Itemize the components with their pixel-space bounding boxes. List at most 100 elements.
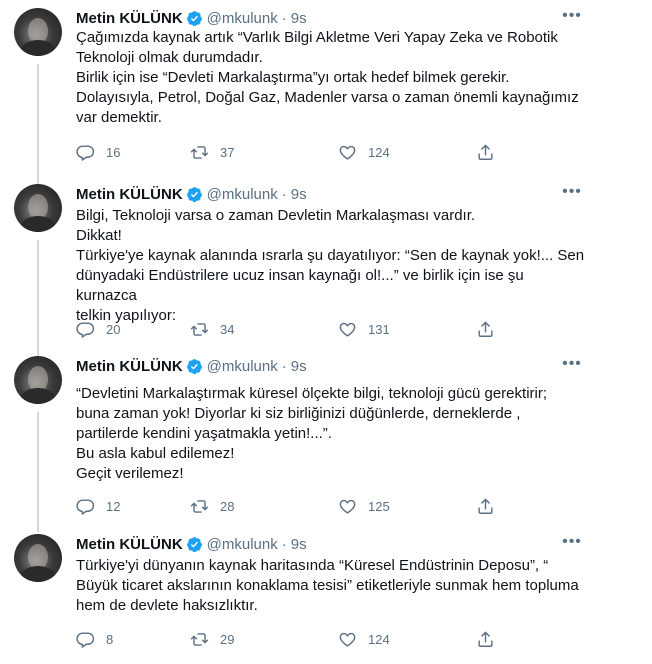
timestamp[interactable]: 9s xyxy=(291,536,307,553)
more-icon[interactable]: ••• xyxy=(562,354,582,374)
like-count: 124 xyxy=(368,631,390,647)
tweet[interactable]: Metin KÜLÜNK @mkulunk · 9s ••• Çağımızda… xyxy=(0,0,600,172)
like-icon xyxy=(339,499,356,514)
tweet-line: Çağımızda kaynak artık “Varlık Bilgi Akl… xyxy=(76,29,558,46)
tweet-text: Çağımızda kaynak artık “Varlık Bilgi Akl… xyxy=(76,28,586,128)
retweet-count: 29 xyxy=(220,631,235,647)
tweet-header: Metin KÜLÜNK @mkulunk · 9s xyxy=(76,184,307,204)
retweet-button[interactable]: 37 xyxy=(190,143,234,162)
tweet-line: Türkiye'ye kaynak alanında ısrarla şu da… xyxy=(76,247,585,264)
share-icon xyxy=(478,321,493,337)
author-handle[interactable]: @mkulunk xyxy=(207,10,278,27)
tweet-line: Birlik için ise “Devleti Markalaştırma”y… xyxy=(76,69,510,86)
reply-count: 8 xyxy=(106,631,114,647)
share-button[interactable] xyxy=(476,320,506,339)
share-button[interactable] xyxy=(476,497,506,516)
verified-badge-icon xyxy=(186,358,202,374)
author-name[interactable]: Metin KÜLÜNK xyxy=(76,358,183,375)
tweet-actions: 16 37 124 xyxy=(66,142,506,162)
share-icon xyxy=(478,631,493,647)
author-handle[interactable]: @mkulunk xyxy=(207,536,278,553)
timestamp[interactable]: 9s xyxy=(291,10,307,27)
tweet[interactable]: Metin KÜLÜNK @mkulunk · 9s ••• Bilgi, Te… xyxy=(0,176,600,348)
avatar[interactable] xyxy=(14,184,62,232)
tweet-line: “Devletini Markalaştırmak küresel ölçekt… xyxy=(76,385,548,402)
tweet-actions: 20 34 131 xyxy=(66,319,506,339)
more-icon[interactable]: ••• xyxy=(562,532,582,552)
separator-dot: · xyxy=(281,535,287,553)
like-count: 125 xyxy=(368,498,390,514)
avatar[interactable] xyxy=(14,534,62,582)
tweet-line: Dolayısıyla, Petrol, Doğal Gaz, Madenler… xyxy=(76,89,579,106)
tweet-line: hem de devlete haksızlıktır. xyxy=(76,597,258,614)
tweet-text: “Devletini Markalaştırmak küresel ölçekt… xyxy=(76,384,586,484)
tweet-actions: 8 29 124 xyxy=(66,629,506,649)
tweet-line: Bu asla kabul edilemez! xyxy=(76,445,235,462)
timestamp[interactable]: 9s xyxy=(291,358,307,375)
reply-icon xyxy=(76,144,95,161)
reply-button[interactable]: 12 xyxy=(76,497,120,516)
tweet-line: Teknoloji olmak durumdadır. xyxy=(76,49,263,66)
separator-dot: · xyxy=(281,185,287,203)
separator-dot: · xyxy=(281,9,287,27)
reply-button[interactable]: 20 xyxy=(76,320,120,339)
retweet-icon xyxy=(190,632,209,646)
author-name[interactable]: Metin KÜLÜNK xyxy=(76,186,183,203)
avatar[interactable] xyxy=(14,356,62,404)
tweet-line: Dikkat! xyxy=(76,227,122,244)
reply-icon xyxy=(76,321,95,338)
author-name[interactable]: Metin KÜLÜNK xyxy=(76,10,183,27)
reply-count: 16 xyxy=(106,144,121,160)
timestamp[interactable]: 9s xyxy=(291,186,307,203)
reply-count: 20 xyxy=(106,321,121,337)
retweet-count: 28 xyxy=(220,498,235,514)
share-button[interactable] xyxy=(476,630,506,649)
like-count: 124 xyxy=(368,144,390,160)
verified-badge-icon xyxy=(186,10,202,26)
tweet-text: Türkiye'yi dünyanın kaynak haritasında “… xyxy=(76,556,586,616)
tweet-line: Bilgi, Teknoloji varsa o zaman Devletin … xyxy=(76,207,476,224)
reply-icon xyxy=(76,631,95,648)
retweet-button[interactable]: 28 xyxy=(190,497,234,516)
tweet[interactable]: Metin KÜLÜNK @mkulunk · 9s ••• Türkiye'y… xyxy=(0,526,600,664)
tweet-line: partilerde kendini yaşatmakla yetin!...”… xyxy=(76,425,332,442)
retweet-button[interactable]: 29 xyxy=(190,630,234,649)
like-button[interactable]: 124 xyxy=(338,630,390,649)
author-handle[interactable]: @mkulunk xyxy=(207,186,278,203)
tweet-line: Türkiye'yi dünyanın kaynak haritasında “… xyxy=(76,557,549,574)
tweet-line: Geçit verilemez! xyxy=(76,465,184,482)
like-button[interactable]: 125 xyxy=(338,497,390,516)
reply-icon xyxy=(76,498,95,515)
retweet-count: 34 xyxy=(220,321,235,337)
tweet-line: buna zaman yok! Diyorlar ki siz birliğin… xyxy=(76,405,521,422)
retweet-count: 37 xyxy=(220,144,235,160)
verified-badge-icon xyxy=(186,536,202,552)
tweet-header: Metin KÜLÜNK @mkulunk · 9s xyxy=(76,356,307,376)
reply-button[interactable]: 16 xyxy=(76,143,120,162)
like-button[interactable]: 131 xyxy=(338,320,390,339)
like-icon xyxy=(339,322,356,337)
share-button[interactable] xyxy=(476,143,506,162)
verified-badge-icon xyxy=(186,186,202,202)
tweet-line: Büyük ticaret akslarının konaklama tesis… xyxy=(76,577,579,594)
retweet-icon xyxy=(190,322,209,336)
share-icon xyxy=(478,498,493,514)
like-button[interactable]: 124 xyxy=(338,143,390,162)
author-handle[interactable]: @mkulunk xyxy=(207,358,278,375)
reply-button[interactable]: 8 xyxy=(76,630,113,649)
author-name[interactable]: Metin KÜLÜNK xyxy=(76,536,183,553)
tweet-header: Metin KÜLÜNK @mkulunk · 9s xyxy=(76,8,307,28)
share-icon xyxy=(478,144,493,160)
retweet-icon xyxy=(190,145,209,159)
separator-dot: · xyxy=(281,357,287,375)
tweet-text: Bilgi, Teknoloji varsa o zaman Devletin … xyxy=(76,206,586,326)
reply-count: 12 xyxy=(106,498,121,514)
retweet-icon xyxy=(190,499,209,513)
tweet[interactable]: Metin KÜLÜNK @mkulunk · 9s ••• “Devletin… xyxy=(0,348,600,522)
like-icon xyxy=(339,632,356,647)
more-icon[interactable]: ••• xyxy=(562,182,582,202)
more-icon[interactable]: ••• xyxy=(562,6,582,26)
like-count: 131 xyxy=(368,321,390,337)
retweet-button[interactable]: 34 xyxy=(190,320,234,339)
avatar[interactable] xyxy=(14,8,62,56)
